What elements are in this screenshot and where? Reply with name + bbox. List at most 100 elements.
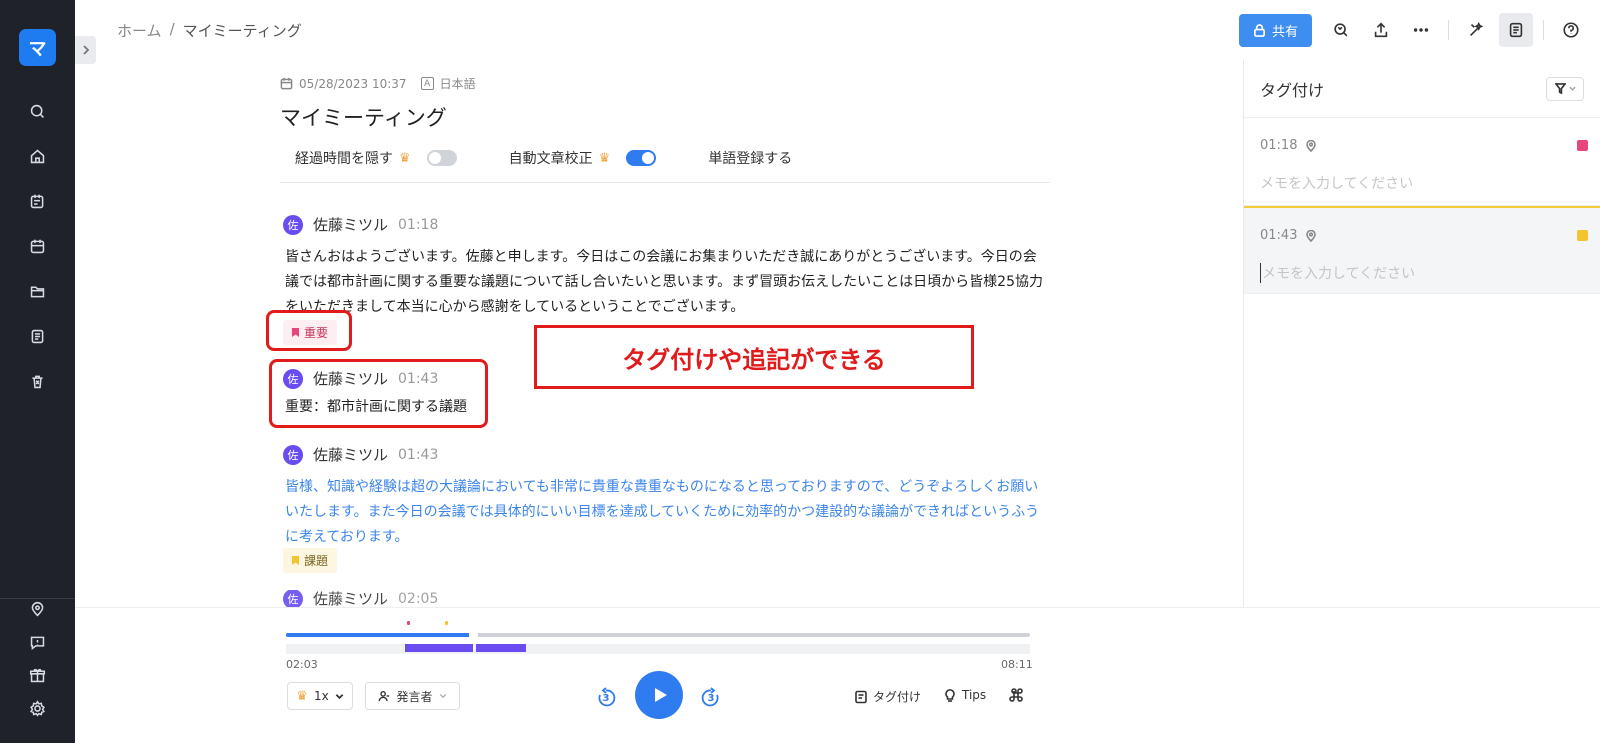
meeting-add-icon[interactable] <box>22 186 52 216</box>
tag-marker[interactable] <box>407 621 410 625</box>
meeting-meta: 05/28/2023 10:37 A 日本語 <box>280 75 1050 92</box>
play-button[interactable] <box>635 671 683 719</box>
breadcrumb-separator: / <box>169 20 175 38</box>
sidebar-expand-button[interactable] <box>75 36 96 64</box>
tips-button[interactable]: Tips <box>943 688 986 702</box>
search-replace-icon[interactable] <box>1324 13 1358 47</box>
help-icon[interactable] <box>1554 13 1588 47</box>
chevron-down-icon <box>439 693 446 699</box>
play-icon <box>654 688 667 702</box>
entry-text[interactable]: 皆さんおはようございます。佐藤と申します。今日はこの会議にお集まりいただき誠にあ… <box>283 245 1043 320</box>
app-root: マ ホーム / マイミーティング 共有 05/28/2023 10:37 A 日… <box>0 0 1600 743</box>
memo-time[interactable]: 01:43 <box>1260 228 1297 243</box>
speaker-segment[interactable] <box>476 644 526 652</box>
speaker-segment[interactable] <box>405 644 473 652</box>
total-time: 08:11 <box>1001 658 1033 671</box>
playback-track[interactable] <box>286 621 1030 639</box>
document-icon[interactable] <box>22 321 52 351</box>
speaker-filter-select[interactable]: 発言者 <box>365 682 460 710</box>
speaker-filter-label: 発言者 <box>396 689 433 704</box>
calendar-icon[interactable] <box>22 231 52 261</box>
annotation-callout: タグ付けや追記ができる <box>534 325 974 389</box>
toolbar-divider <box>1448 20 1449 40</box>
auto-proofread-label: 自動文章校正 <box>508 151 593 167</box>
hide-time-label: 経過時間を隠す <box>295 151 393 167</box>
bookmark-icon <box>292 556 299 565</box>
home-icon[interactable] <box>22 141 52 171</box>
gift-icon[interactable] <box>22 660 52 690</box>
audio-player: 02:03 08:11 ♛ 1x 発言者 3 3 タグ付け Tips <box>75 607 1600 743</box>
tag-marker[interactable] <box>445 621 448 625</box>
memo-item-selected[interactable]: 01:43 メモを入力してください <box>1244 206 1600 294</box>
tag-panel: タグ付け 01:18 メモを入力してください 01:43 メモを入力してください <box>1243 60 1600 607</box>
top-toolbar: 共有 <box>1238 13 1588 47</box>
crown-icon: ♛ <box>296 688 308 704</box>
timestamp[interactable]: 01:43 <box>398 447 438 463</box>
auto-proofread-toggle[interactable] <box>626 150 657 166</box>
location-pin-icon[interactable] <box>1305 229 1317 242</box>
avatar: 佐 <box>283 444 303 465</box>
settings-gear-icon[interactable] <box>22 693 52 723</box>
memo-time[interactable]: 01:18 <box>1260 138 1297 153</box>
add-tag-button[interactable]: タグ付け <box>854 688 921 705</box>
hide-time-toggle[interactable] <box>426 150 457 166</box>
lock-icon <box>1254 23 1265 37</box>
tag-badge[interactable]: 課題 <box>283 548 338 573</box>
language-icon: A <box>420 77 434 90</box>
filter-icon <box>1554 83 1566 94</box>
tag-color-swatch[interactable] <box>1577 230 1588 241</box>
transcript-entry-partial[interactable]: 佐 佐藤ミツル 02:05 <box>283 590 438 607</box>
breadcrumb-current: マイミーティング <box>182 22 302 40</box>
entry-text[interactable]: 皆様、知識や経験は超の大議論においても非常に貴重な貴重なものになると思っておりま… <box>283 475 1043 550</box>
tips-label: Tips <box>962 688 987 702</box>
register-words-link[interactable]: 単語登録する <box>708 148 792 168</box>
crown-icon: ♛ <box>399 150 411 166</box>
memo-item[interactable]: 01:18 メモを入力してください <box>1244 118 1600 206</box>
share-button[interactable]: 共有 <box>1238 13 1312 47</box>
magic-wand-icon[interactable] <box>1459 13 1493 47</box>
app-logo[interactable]: マ <box>19 29 56 66</box>
speaker-name[interactable]: 佐藤ミツル <box>313 214 388 235</box>
chevron-down-icon <box>335 693 343 699</box>
more-icon[interactable] <box>1404 13 1438 47</box>
memo-input[interactable]: メモを入力してください <box>1260 173 1584 193</box>
location-bulb-icon[interactable] <box>22 594 52 624</box>
location-pin-icon[interactable] <box>1305 139 1317 152</box>
skip-back-button[interactable]: 3 <box>594 686 618 710</box>
meeting-language[interactable]: 日本語 <box>440 75 476 92</box>
hide-time-option: 経過時間を隠す ♛ <box>295 148 457 168</box>
transcript-document: 05/28/2023 10:37 A 日本語 マイミーティング 経過時間を隠す … <box>280 75 1050 183</box>
transcript-entry[interactable]: 佐 佐藤ミツル 01:18 皆さんおはようございます。佐藤と申します。今日はこの… <box>283 214 1043 320</box>
auto-proofread-option: 自動文章校正 ♛ <box>509 148 657 168</box>
memo-time-row: 01:43 <box>1260 228 1584 243</box>
speaker-row: 佐 佐藤ミツル 01:18 <box>283 214 1043 235</box>
memo-time-row: 01:18 <box>1260 138 1584 153</box>
annotation-box-note <box>269 359 488 428</box>
playback-speed-select[interactable]: ♛ 1x <box>287 682 353 710</box>
tag-color-swatch[interactable] <box>1577 140 1588 151</box>
forward-icon <box>701 687 719 707</box>
skip-forward-button[interactable]: 3 <box>699 686 723 710</box>
annotation-box-tag <box>266 310 352 351</box>
breadcrumb-home[interactable]: ホーム <box>117 20 162 41</box>
speaker-name[interactable]: 佐藤ミツル <box>313 444 388 465</box>
transcript-entry[interactable]: 佐 佐藤ミツル 01:43 皆様、知識や経験は超の大議論においても非常に貴重な貴… <box>283 444 1043 550</box>
memo-input[interactable]: メモを入力してください <box>1260 263 1584 283</box>
playhead-gap <box>469 631 478 639</box>
speed-value: 1x <box>313 689 329 703</box>
search-icon[interactable] <box>22 96 52 126</box>
speaker-name: 佐藤ミツル <box>313 590 389 607</box>
filter-button[interactable] <box>1546 76 1584 101</box>
register-words-label: 単語登録する <box>708 151 793 167</box>
folder-icon[interactable] <box>22 276 52 306</box>
notes-panel-icon[interactable] <box>1499 13 1533 47</box>
trash-icon[interactable] <box>22 366 52 396</box>
calendar-small-icon <box>280 77 293 90</box>
timestamp[interactable]: 01:18 <box>398 217 438 233</box>
keyboard-shortcuts-button[interactable] <box>1009 688 1023 702</box>
feedback-icon[interactable] <box>22 627 52 657</box>
speaker-timeline <box>286 644 1030 654</box>
export-icon[interactable] <box>1364 13 1398 47</box>
page-title[interactable]: マイミーティング <box>280 102 1050 132</box>
chevron-right-icon <box>82 45 89 55</box>
